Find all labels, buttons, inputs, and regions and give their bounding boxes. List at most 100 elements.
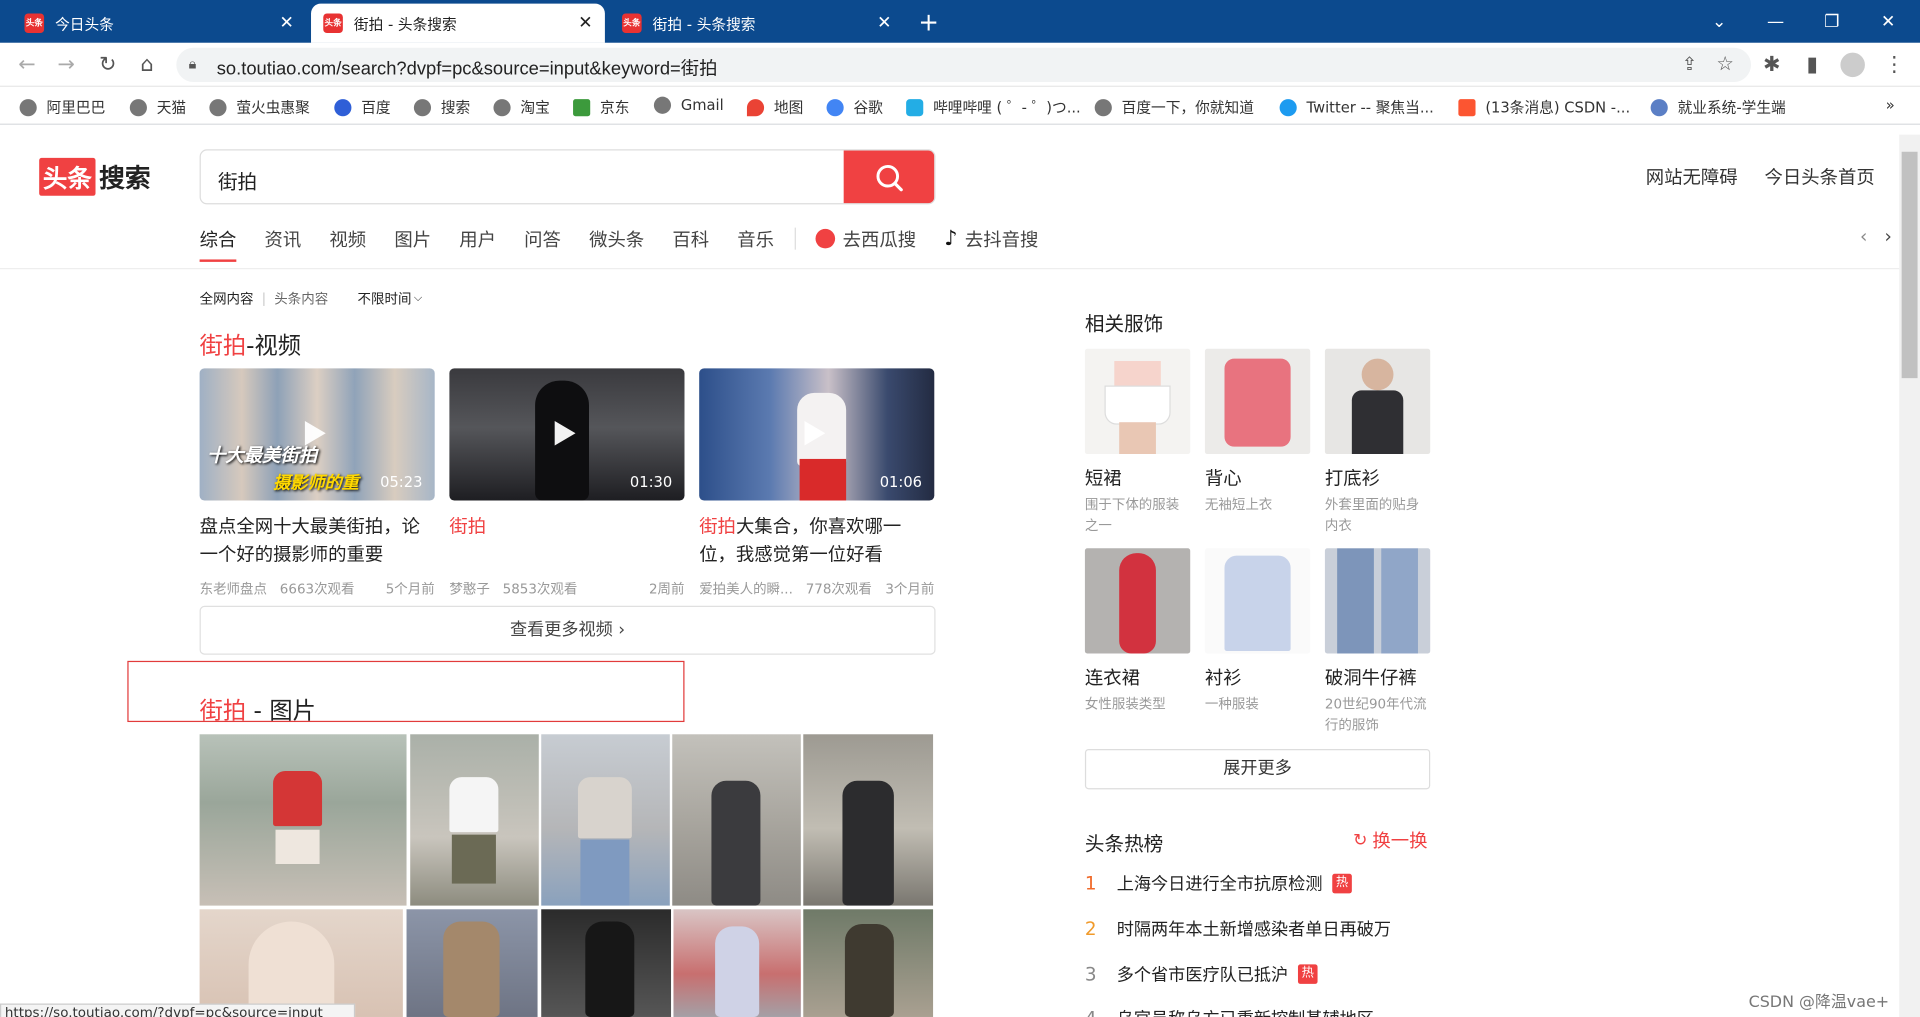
search-button[interactable] bbox=[843, 150, 935, 204]
forward-icon[interactable]: → bbox=[54, 53, 78, 77]
image-result[interactable] bbox=[803, 909, 934, 1017]
back-icon[interactable]: ← bbox=[15, 53, 39, 77]
related-image[interactable] bbox=[1324, 548, 1431, 654]
tab-video[interactable]: 视频 bbox=[329, 226, 366, 252]
related-image[interactable] bbox=[1084, 548, 1191, 654]
tab-douyin[interactable]: ♪ 去抖音搜 bbox=[944, 226, 1038, 252]
profile-avatar[interactable] bbox=[1840, 52, 1865, 78]
search-input[interactable]: 街拍 bbox=[218, 165, 257, 194]
tabs-next-icon[interactable]: › bbox=[1885, 225, 1892, 247]
hot-text[interactable]: 时隔两年本土新增感染者单日再破万 bbox=[1117, 917, 1391, 941]
tab-search-icon[interactable]: ⌄ bbox=[1691, 0, 1747, 43]
video-card[interactable]: 十大最美街拍 摄影师的重 05:23 盘点全网十大最美街拍，论一个好的摄影师的重… bbox=[199, 368, 435, 598]
video-title[interactable]: 盘点全网十大最美街拍，论一个好的摄影师的重要性，... bbox=[200, 513, 435, 569]
bookmark-item[interactable]: 搜索 bbox=[413, 97, 470, 118]
share-icon[interactable]: ⇪ bbox=[1682, 53, 1697, 75]
tab-music[interactable]: 音乐 bbox=[737, 226, 774, 252]
video-author[interactable]: 梦憨子 bbox=[449, 581, 489, 597]
related-name[interactable]: 打底衫 bbox=[1325, 465, 1430, 491]
related-item[interactable]: 打底衫 外套里面的贴身内衣 bbox=[1324, 348, 1431, 536]
bookmark-item[interactable]: 谷歌 bbox=[826, 97, 883, 118]
bookmarks-overflow-icon[interactable]: » bbox=[1886, 97, 1895, 114]
filter-all[interactable]: 全网内容 bbox=[200, 289, 254, 309]
extensions-icon[interactable]: ✱ bbox=[1760, 53, 1784, 77]
bookmark-item[interactable]: 阿里巴巴 bbox=[19, 97, 106, 118]
related-image[interactable] bbox=[1084, 348, 1191, 455]
hot-item[interactable]: 1 上海今日进行全市抗原检测热 bbox=[1085, 871, 1352, 895]
image-result[interactable] bbox=[803, 734, 934, 906]
related-image[interactable] bbox=[1324, 348, 1431, 455]
search-box[interactable]: 街拍 bbox=[199, 149, 936, 205]
side-panel-icon[interactable]: ▮ bbox=[1800, 53, 1824, 77]
related-name[interactable]: 短裙 bbox=[1085, 465, 1190, 491]
bookmark-item[interactable]: 百度 bbox=[334, 97, 391, 118]
hot-item[interactable]: 2 时隔两年本土新增感染者单日再破万 bbox=[1085, 917, 1391, 941]
image-result[interactable] bbox=[541, 909, 672, 1017]
accessibility-link[interactable]: 网站无障碍 bbox=[1646, 164, 1738, 190]
video-title[interactable]: 街拍大集合，你喜欢哪一位，我感觉第一位好看 bbox=[699, 513, 934, 569]
video-section-title[interactable]: 街拍-视频 bbox=[200, 328, 301, 361]
tab-xigua[interactable]: 去西瓜搜 bbox=[815, 226, 916, 252]
tab-micro[interactable]: 微头条 bbox=[589, 226, 644, 252]
close-window-icon[interactable]: ✕ bbox=[1860, 0, 1916, 43]
toutiao-home-link[interactable]: 今日头条首页 bbox=[1765, 164, 1875, 190]
scrollbar-thumb[interactable] bbox=[1901, 151, 1918, 379]
bookmark-item[interactable]: Gmail bbox=[653, 96, 724, 114]
bookmark-item[interactable]: 就业系统-学生端 bbox=[1650, 97, 1786, 118]
restore-icon[interactable]: ❐ bbox=[1804, 0, 1860, 43]
related-item[interactable]: 破洞牛仔裤 20世纪90年代流行的服饰 bbox=[1324, 548, 1431, 735]
video-title[interactable]: 街拍 bbox=[449, 513, 684, 569]
more-videos-button[interactable]: 查看更多视频 › bbox=[199, 605, 936, 655]
related-item[interactable]: 衬衫 一种服装 bbox=[1204, 548, 1311, 714]
reload-icon[interactable]: ↻ bbox=[96, 53, 120, 77]
bookmark-item[interactable]: (13条消息) CSDN -... bbox=[1458, 97, 1630, 118]
url-text[interactable]: so.toutiao.com/search?dvpf=pc&source=inp… bbox=[217, 55, 718, 81]
tab-qa[interactable]: 问答 bbox=[524, 226, 561, 252]
browser-tab-active[interactable]: 头条 街拍 - 头条搜索 ✕ bbox=[311, 3, 605, 43]
minimize-icon[interactable]: — bbox=[1747, 0, 1803, 43]
filter-time[interactable]: 不限时间 bbox=[358, 289, 412, 309]
home-icon[interactable]: ⌂ bbox=[135, 53, 159, 77]
new-tab-button[interactable]: + bbox=[918, 7, 939, 36]
video-thumbnail[interactable]: 01:06 bbox=[699, 368, 935, 501]
tab-images[interactable]: 图片 bbox=[394, 226, 431, 252]
image-result[interactable] bbox=[199, 909, 403, 1017]
menu-icon[interactable]: ⋮ bbox=[1882, 53, 1906, 77]
image-result[interactable] bbox=[199, 734, 407, 906]
close-icon[interactable]: ✕ bbox=[280, 13, 294, 33]
related-name[interactable]: 破洞牛仔裤 bbox=[1325, 665, 1430, 691]
related-item[interactable]: 连衣裙 女性服装类型 bbox=[1084, 548, 1191, 714]
hot-item[interactable]: 4乌官员称乌方已重新控制基辅地区 bbox=[1085, 1006, 1374, 1017]
video-author[interactable]: 东老师盘点 bbox=[200, 581, 267, 597]
image-result[interactable] bbox=[673, 909, 801, 1017]
image-result[interactable] bbox=[410, 734, 539, 906]
bookmark-item[interactable]: 哔哩哔哩 ( ゜- ゜)つ... bbox=[906, 97, 1081, 118]
hot-item[interactable]: 3 多个省市医疗队已抵沪热 bbox=[1085, 962, 1318, 986]
tab-news[interactable]: 资讯 bbox=[265, 226, 302, 252]
address-bar[interactable]: 🔒︎ so.toutiao.com/search?dvpf=pc&source=… bbox=[176, 47, 1752, 82]
image-section-title[interactable]: 街拍 - 图片 bbox=[200, 693, 316, 726]
video-card[interactable]: 01:06 街拍大集合，你喜欢哪一位，我感觉第一位好看 爱拍美人的瞬... 77… bbox=[699, 368, 935, 598]
bookmark-item[interactable]: 萤火虫惠聚 bbox=[209, 97, 310, 118]
bookmark-star-icon[interactable]: ☆ bbox=[1716, 51, 1734, 74]
image-result[interactable] bbox=[672, 734, 801, 906]
video-thumbnail[interactable]: 十大最美街拍 摄影师的重 05:23 bbox=[199, 368, 435, 501]
hot-text[interactable]: 上海今日进行全市抗原检测 bbox=[1117, 871, 1323, 895]
tab-comprehensive[interactable]: 综合 bbox=[199, 226, 237, 262]
browser-tab[interactable]: 头条 街拍 - 头条搜索 ✕ bbox=[610, 4, 904, 43]
close-icon[interactable]: ✕ bbox=[578, 13, 592, 33]
bookmark-item[interactable]: 京东 bbox=[573, 97, 629, 118]
bookmark-item[interactable]: Twitter -- 聚焦当... bbox=[1279, 97, 1434, 118]
lock-icon[interactable]: 🔒︎ bbox=[189, 55, 197, 73]
filter-toutiao[interactable]: 头条内容 bbox=[274, 289, 328, 309]
image-result[interactable] bbox=[406, 909, 538, 1017]
tab-users[interactable]: 用户 bbox=[459, 226, 496, 252]
refresh-button[interactable]: ↻ 换一换 bbox=[1353, 827, 1427, 853]
related-name[interactable]: 连衣裙 bbox=[1085, 665, 1190, 691]
close-icon[interactable]: ✕ bbox=[877, 13, 891, 33]
related-item[interactable]: 背心 无袖短上衣 bbox=[1204, 348, 1311, 515]
expand-more-button[interactable]: 展开更多 bbox=[1084, 748, 1431, 790]
bookmark-item[interactable]: 天猫 bbox=[129, 97, 186, 118]
hot-text[interactable]: 乌官员称乌方已重新控制基辅地区 bbox=[1117, 1006, 1374, 1017]
related-name[interactable]: 背心 bbox=[1205, 465, 1310, 491]
